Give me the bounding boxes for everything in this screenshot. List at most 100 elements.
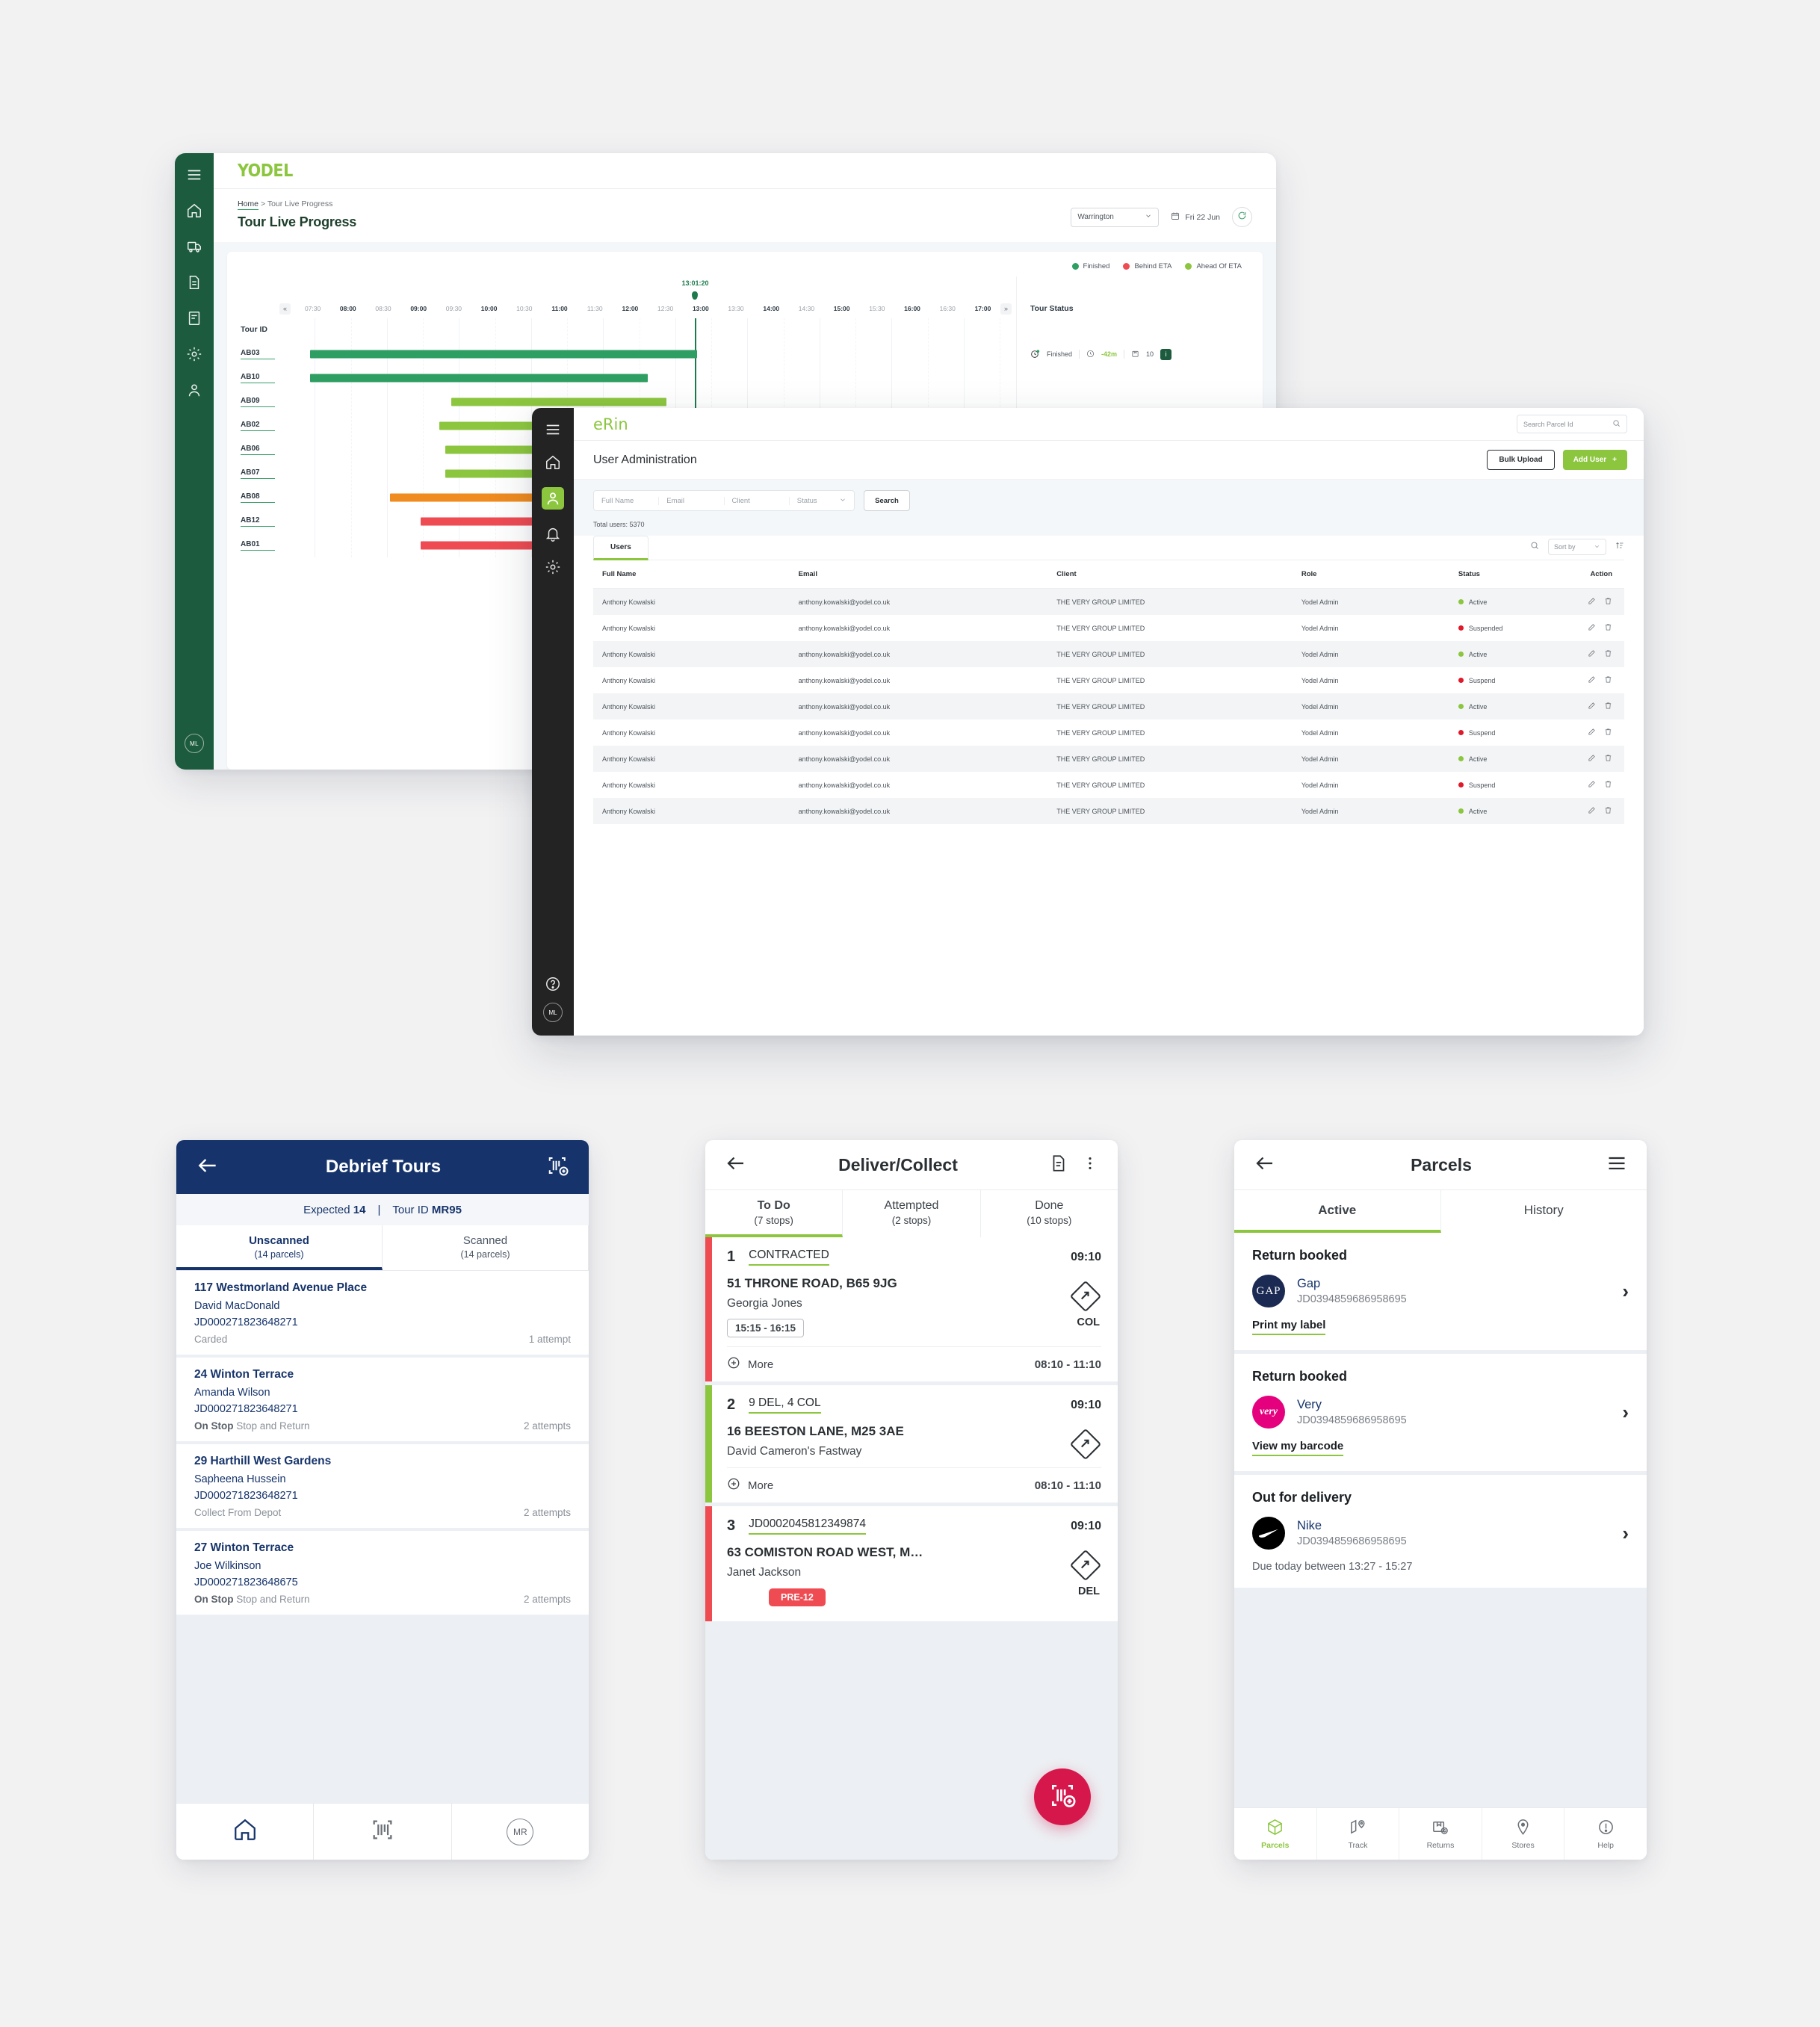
list-item[interactable]: 3 JD0002045812349874 09:10 63 COMISTON ROAD…	[705, 1506, 1118, 1621]
list-item[interactable]: Return booked GAP Gap JD0394859686958695 › Pr…	[1234, 1233, 1647, 1350]
navigate-icon[interactable]	[1070, 1550, 1101, 1581]
sort-by-select[interactable]: Sort by	[1548, 539, 1606, 555]
delete-icon[interactable]	[1604, 780, 1612, 790]
nav-barcode-button[interactable]	[314, 1804, 452, 1860]
manifest-document-icon[interactable]	[1049, 1154, 1068, 1177]
tour-id-link[interactable]: AB01	[241, 540, 275, 551]
home-icon[interactable]	[186, 202, 202, 219]
email-filter-input[interactable]: Email	[659, 496, 725, 505]
refresh-button[interactable]	[1232, 207, 1252, 227]
nav-stores-button[interactable]: Stores	[1482, 1808, 1565, 1860]
status-filter-select[interactable]: Status	[790, 496, 854, 506]
truck-icon[interactable]	[186, 238, 202, 255]
delete-icon[interactable]	[1604, 597, 1612, 607]
bulk-upload-button[interactable]: Bulk Upload	[1487, 450, 1555, 470]
list-item[interactable]: 24 Winton Terrace Amanda Wilson JD00027182…	[176, 1358, 589, 1441]
edit-icon[interactable]	[1588, 623, 1596, 633]
debrief-parcel-list[interactable]: 117 Westmorland Avenue Place David MacDon…	[176, 1271, 589, 1803]
avatar[interactable]: ML	[185, 734, 204, 753]
chevron-right-icon[interactable]: ›	[1622, 1281, 1629, 1301]
table-row[interactable]: Anthony Kowalski anthony.kowalski@yodel.c…	[593, 798, 1624, 824]
table-row[interactable]: Anthony Kowalski anthony.kowalski@yodel.c…	[593, 719, 1624, 746]
bell-icon[interactable]	[545, 526, 561, 542]
home-icon[interactable]	[545, 454, 561, 471]
list-item[interactable]: 117 Westmorland Avenue Place David MacDon…	[176, 1271, 589, 1355]
nav-help-button[interactable]: Help	[1564, 1808, 1647, 1860]
table-search-icon[interactable]	[1530, 540, 1539, 554]
client-filter-input[interactable]: Client	[725, 496, 790, 505]
list-item[interactable]: 27 Winton Terrace Joe Wilkinson JD00027182…	[176, 1531, 589, 1615]
table-row[interactable]: Anthony Kowalski anthony.kowalski@yodel.c…	[593, 615, 1624, 641]
edit-icon[interactable]	[1588, 728, 1596, 737]
list-item[interactable]: 1 CONTRACTED 09:10 51 THRONE ROAD, B65 9JG G…	[705, 1237, 1118, 1381]
delete-icon[interactable]	[1604, 702, 1612, 711]
info-button[interactable]: i	[1160, 348, 1172, 360]
report-icon[interactable]	[186, 310, 202, 327]
help-icon[interactable]	[545, 976, 561, 992]
gear-icon[interactable]	[545, 559, 561, 575]
tour-id-link[interactable]: AB06	[241, 445, 275, 455]
add-user-button[interactable]: Add User +	[1562, 450, 1627, 470]
delete-icon[interactable]	[1604, 754, 1612, 764]
card-action-link[interactable]: Print my label	[1252, 1319, 1326, 1335]
nav-returns-button[interactable]: Returns	[1399, 1808, 1482, 1860]
nav-profile-button[interactable]: MR	[452, 1804, 589, 1860]
gear-icon[interactable]	[186, 346, 202, 362]
delete-icon[interactable]	[1604, 728, 1612, 737]
table-row[interactable]: Anthony Kowalski anthony.kowalski@yodel.c…	[593, 693, 1624, 719]
delete-icon[interactable]	[1604, 806, 1612, 816]
chevron-right-icon[interactable]: ›	[1622, 1402, 1629, 1422]
axis-scroll-left-button[interactable]: «	[279, 303, 291, 315]
back-arrow-icon[interactable]	[725, 1152, 747, 1178]
full-name-filter-input[interactable]: Full Name	[594, 496, 660, 505]
tab-todo[interactable]: To Do (7 stops)	[705, 1190, 844, 1237]
edit-icon[interactable]	[1588, 649, 1596, 659]
search-button[interactable]: Search	[864, 490, 910, 511]
hamburger-menu-icon[interactable]	[186, 167, 202, 183]
sort-direction-icon[interactable]	[1615, 540, 1624, 554]
delete-icon[interactable]	[1604, 675, 1612, 685]
tab-scanned[interactable]: Scanned (14 parcels)	[383, 1225, 589, 1270]
list-item[interactable]: 2 9 DEL, 4 COL 09:10 16 BEESTON LANE, M25 3…	[705, 1385, 1118, 1503]
overflow-menu-icon[interactable]	[1082, 1155, 1098, 1175]
scan-parcel-icon[interactable]	[547, 1154, 569, 1180]
gantt-bar[interactable]	[451, 397, 666, 406]
tab-active[interactable]: Active	[1234, 1190, 1441, 1233]
gantt-bar[interactable]	[310, 350, 697, 359]
tour-id-link[interactable]: AB02	[241, 421, 275, 431]
scan-parcel-fab[interactable]	[1034, 1768, 1091, 1825]
edit-icon[interactable]	[1588, 780, 1596, 790]
table-row[interactable]: Anthony Kowalski anthony.kowalski@yodel.c…	[593, 667, 1624, 693]
date-picker[interactable]: Fri 22 Jun	[1171, 211, 1220, 223]
list-item[interactable]: Out for delivery Nike JD0394859686958695 › D…	[1234, 1475, 1647, 1588]
edit-icon[interactable]	[1588, 806, 1596, 816]
nav-track-button[interactable]: Track	[1317, 1808, 1400, 1860]
tour-id-link[interactable]: AB03	[241, 349, 275, 359]
tour-id-link[interactable]: AB10	[241, 373, 275, 383]
parcels-card-list[interactable]: Return booked GAP Gap JD0394859686958695 › Pr…	[1234, 1233, 1647, 1807]
card-action-link[interactable]: View my barcode	[1252, 1440, 1344, 1456]
navigate-icon[interactable]	[1070, 1429, 1101, 1460]
tour-id-link[interactable]: AB12	[241, 516, 275, 527]
back-arrow-icon[interactable]	[1254, 1152, 1276, 1178]
edit-icon[interactable]	[1588, 754, 1596, 764]
back-arrow-icon[interactable]	[196, 1154, 220, 1181]
table-row[interactable]: Anthony Kowalski anthony.kowalski@yodel.c…	[593, 746, 1624, 772]
edit-icon[interactable]	[1588, 702, 1596, 711]
tour-id-link[interactable]: AB07	[241, 468, 275, 479]
sidebar-item-users[interactable]	[542, 487, 564, 510]
tour-id-link[interactable]: AB09	[241, 397, 275, 407]
hamburger-menu-icon[interactable]	[545, 421, 561, 438]
search-parcel-input[interactable]: Search Parcel Id	[1517, 415, 1627, 433]
tab-attempted[interactable]: Attempted (2 stops)	[843, 1190, 981, 1237]
axis-scroll-right-button[interactable]: »	[1000, 303, 1012, 315]
user-icon[interactable]	[186, 382, 202, 398]
edit-icon[interactable]	[1588, 597, 1596, 607]
list-item[interactable]: 29 Harthill West Gardens Sapheena Hussein…	[176, 1444, 589, 1528]
hamburger-menu-icon[interactable]	[1606, 1153, 1627, 1177]
table-row[interactable]: Anthony Kowalski anthony.kowalski@yodel.c…	[593, 588, 1624, 615]
navigate-icon[interactable]	[1070, 1281, 1101, 1312]
table-row[interactable]: Anthony Kowalski anthony.kowalski@yodel.c…	[593, 772, 1624, 798]
tab-users[interactable]: Users	[593, 536, 649, 560]
nav-home-button[interactable]	[176, 1804, 315, 1860]
